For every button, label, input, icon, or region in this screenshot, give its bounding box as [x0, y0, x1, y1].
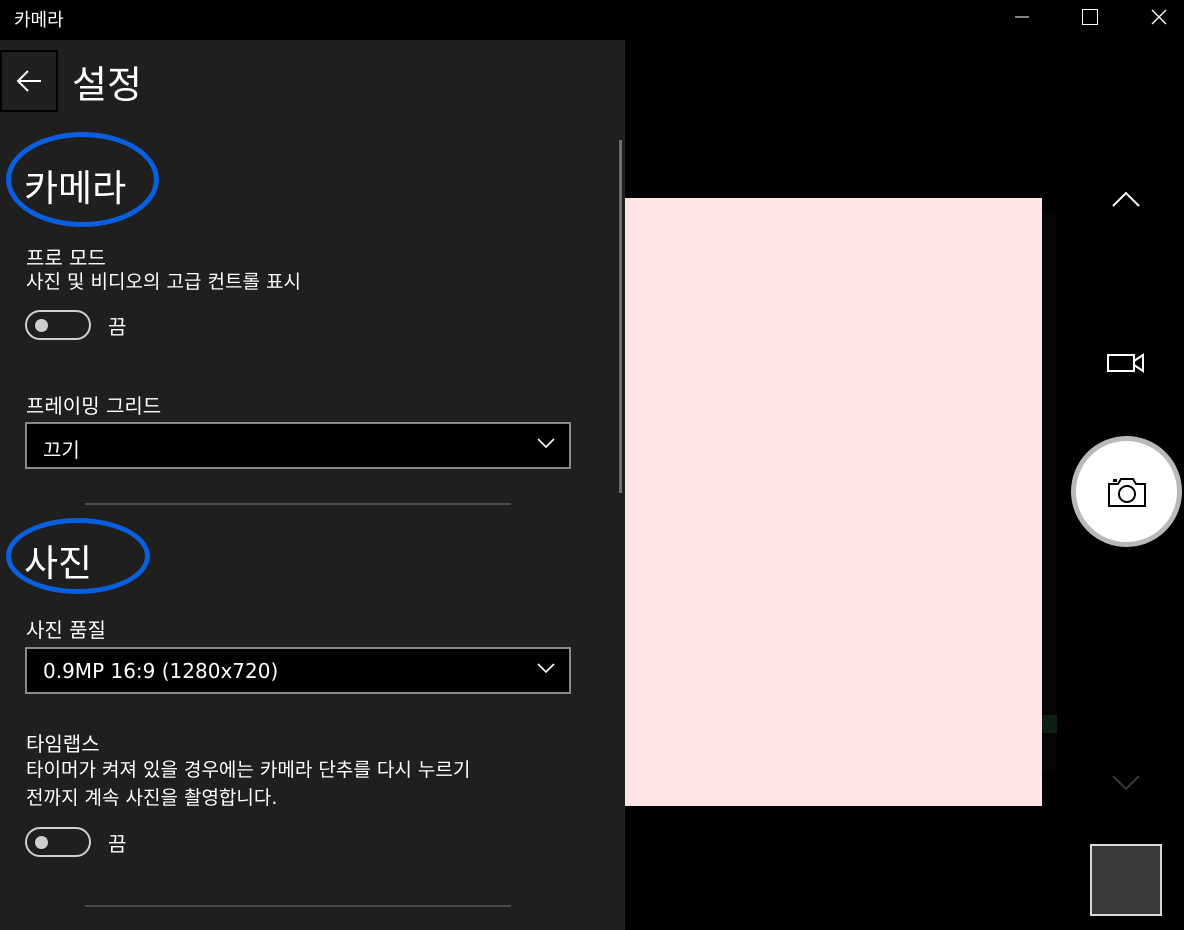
- pro-mode-state: 끔: [108, 315, 127, 339]
- title-bar: 카메라: [0, 0, 1184, 40]
- chevron-up-icon: [1112, 191, 1140, 207]
- chevron-down-icon: [1112, 775, 1140, 791]
- framing-grid-label: 프레이밍 그리드: [26, 394, 162, 418]
- chevron-down-icon: [537, 663, 555, 674]
- divider: [85, 503, 511, 505]
- maximize-icon: [1082, 9, 1098, 25]
- close-icon: [1151, 9, 1167, 25]
- camera-icon: [1107, 477, 1146, 507]
- last-photo-thumbnail[interactable]: [1090, 844, 1162, 916]
- minimize-button[interactable]: [999, 0, 1045, 34]
- timelapse-description-line1: 타이머가 켜져 있을 경우에는 카메라 단추를 다시 누르기: [26, 759, 471, 781]
- back-arrow-icon: [16, 70, 41, 92]
- toggle-knob: [35, 319, 48, 332]
- maximize-button[interactable]: [1067, 0, 1113, 34]
- divider: [85, 905, 511, 907]
- chevron-down-icon: [537, 438, 555, 449]
- photo-quality-label: 사진 품질: [26, 618, 106, 642]
- take-photo-button[interactable]: [1071, 436, 1182, 547]
- window-title: 카메라: [14, 10, 64, 31]
- timelapse-label: 타임랩스: [26, 732, 100, 756]
- settings-panel: 설정 카메라 프로 모드 사진 및 비디오의 고급 컨트롤 표시 끔 프레이밍 …: [0, 40, 625, 930]
- timelapse-toggle[interactable]: [25, 827, 91, 857]
- pro-mode-toggle[interactable]: [25, 310, 91, 340]
- section-title-camera: 카메라: [24, 167, 127, 210]
- back-button[interactable]: [0, 50, 58, 112]
- section-title-photo: 사진: [24, 542, 93, 585]
- page-title: 설정: [72, 63, 142, 107]
- video-mode-button[interactable]: [1104, 346, 1148, 378]
- timelapse-state: 끔: [108, 832, 127, 856]
- pro-mode-label: 프로 모드: [26, 246, 106, 270]
- scroll-up-button[interactable]: [1106, 184, 1146, 214]
- framing-grid-dropdown[interactable]: 끄기: [25, 422, 571, 469]
- toggle-knob: [35, 836, 48, 849]
- framing-grid-value: 끄기: [43, 438, 80, 462]
- video-camera-icon: [1107, 353, 1144, 373]
- pro-mode-description: 사진 및 비디오의 고급 컨트롤 표시: [26, 271, 301, 293]
- photo-quality-value: 0.9MP 16:9 (1280x720): [43, 659, 279, 683]
- scroll-down-button[interactable]: [1106, 768, 1146, 798]
- minimize-icon: [1015, 16, 1029, 18]
- timelapse-description-line2: 전까지 계속 사진을 촬영합니다.: [26, 787, 278, 809]
- scrollbar[interactable]: [619, 140, 622, 493]
- photo-quality-dropdown[interactable]: 0.9MP 16:9 (1280x720): [25, 647, 571, 694]
- close-button[interactable]: [1136, 0, 1182, 34]
- preview-edge: [1042, 210, 1057, 770]
- camera-preview: [625, 198, 1042, 806]
